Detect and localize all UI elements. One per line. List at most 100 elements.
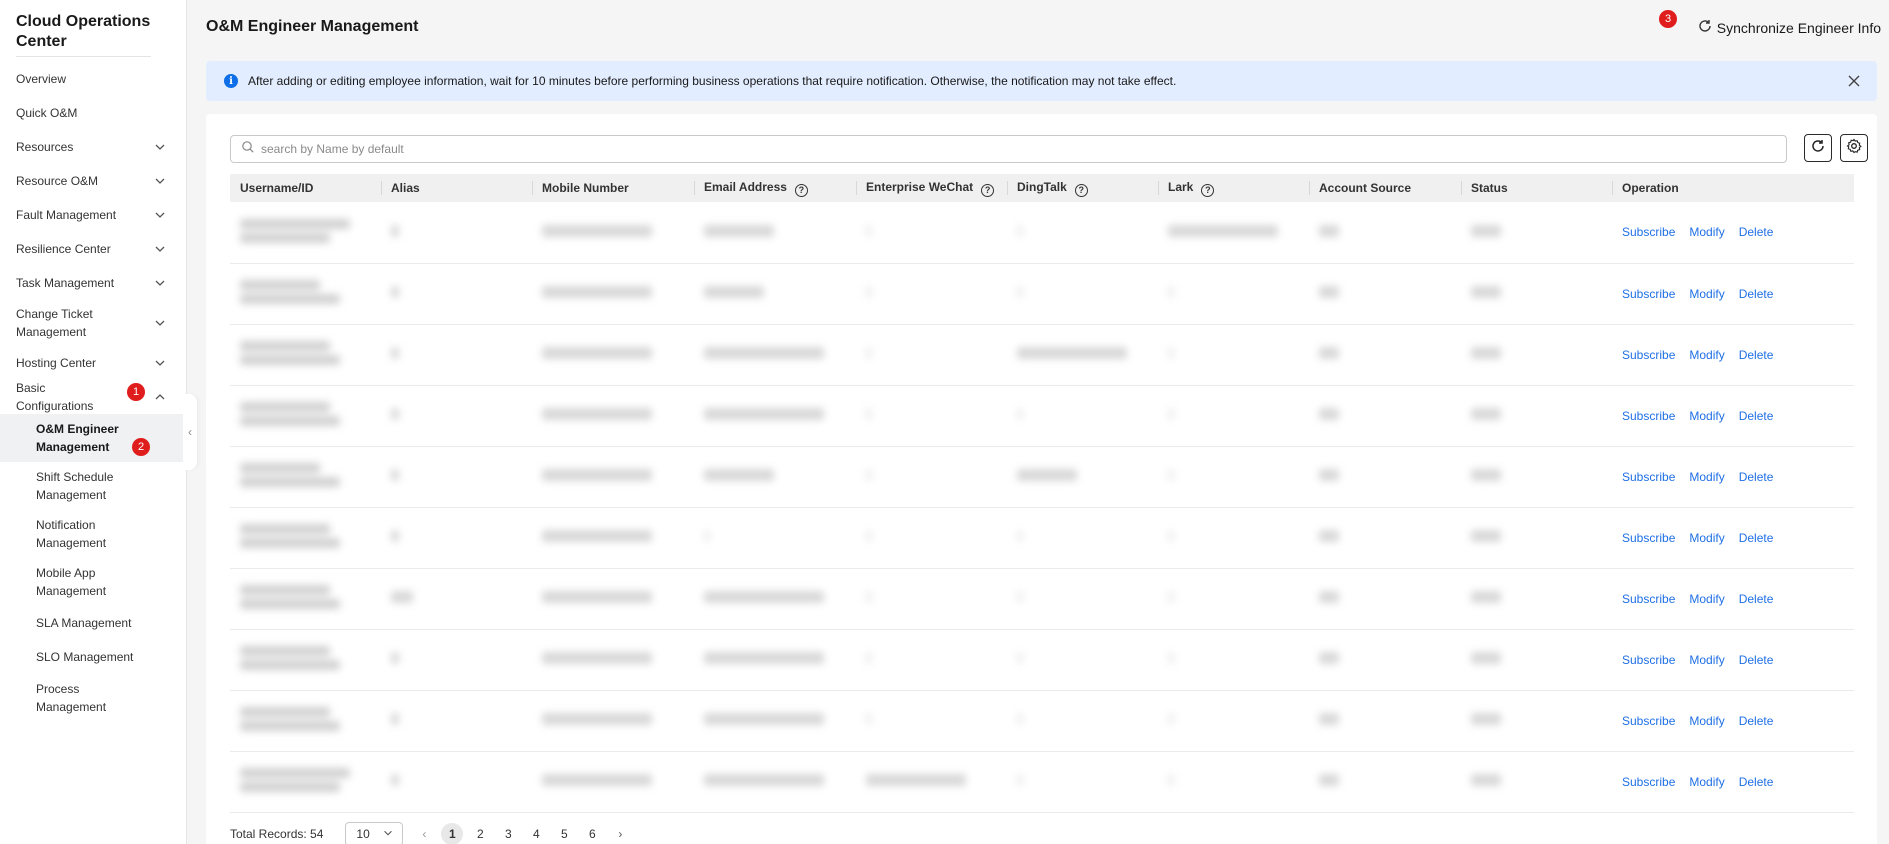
subscribe-link[interactable]: Subscribe — [1622, 714, 1675, 728]
redacted-value — [542, 408, 652, 420]
redacted-value — [1471, 469, 1501, 481]
table-cell — [1461, 568, 1612, 629]
close-icon[interactable] — [1845, 72, 1863, 90]
page-button[interactable]: 6 — [581, 823, 603, 844]
sidebar-item-fault-management[interactable]: Fault Management — [0, 198, 187, 232]
sidebar-item-resource-om[interactable]: Resource O&M — [0, 164, 187, 198]
help-icon[interactable]: ? — [1201, 183, 1215, 197]
sidebar-item-task-management[interactable]: Task Management — [0, 266, 187, 300]
redacted-value — [240, 764, 350, 796]
page-size-select[interactable]: 10 — [345, 822, 404, 844]
modify-link[interactable]: Modify — [1689, 409, 1724, 423]
sidebar-subitem-process[interactable]: Process Management — [0, 674, 187, 722]
help-icon[interactable]: ? — [981, 183, 995, 197]
engineer-table: Username/ID Alias Mobile Number Email Ad… — [230, 174, 1854, 813]
sidebar-subitem-notification[interactable]: Notification Management — [0, 510, 187, 558]
subscribe-link[interactable]: Subscribe — [1622, 287, 1675, 301]
modify-link[interactable]: Modify — [1689, 470, 1724, 484]
page-button[interactable]: 3 — [497, 823, 519, 844]
table-row: Subscribe Modify Delete — [230, 751, 1854, 812]
sidebar-subitem-label: Process Management — [36, 682, 107, 714]
delete-link[interactable]: Delete — [1739, 409, 1774, 423]
redacted-value — [542, 774, 652, 786]
total-records: Total Records: 54 — [230, 827, 324, 841]
settings-button[interactable] — [1840, 134, 1868, 162]
page-button[interactable]: 2 — [469, 823, 491, 844]
subscribe-link[interactable]: Subscribe — [1622, 470, 1675, 484]
subscribe-link[interactable]: Subscribe — [1622, 775, 1675, 789]
redacted-value — [240, 398, 340, 430]
delete-link[interactable]: Delete — [1739, 470, 1774, 484]
sidebar-subitem-sla[interactable]: SLA Management — [0, 606, 187, 640]
sidebar-item-label: Task Management — [16, 276, 115, 290]
sidebar-subitem-shift-schedule[interactable]: Shift Schedule Management — [0, 462, 187, 510]
redacted-value — [704, 408, 824, 420]
delete-link[interactable]: Delete — [1739, 714, 1774, 728]
delete-link[interactable]: Delete — [1739, 653, 1774, 667]
subscribe-link[interactable]: Subscribe — [1622, 348, 1675, 362]
redacted-value — [866, 713, 872, 725]
sidebar-item-quick-om[interactable]: Quick O&M — [0, 96, 187, 130]
redacted-value — [1471, 591, 1501, 603]
delete-link[interactable]: Delete — [1739, 775, 1774, 789]
table-cell — [1158, 629, 1309, 690]
page-button[interactable]: 4 — [525, 823, 547, 844]
redacted-value — [1168, 347, 1174, 359]
sidebar-subitem-om-engineer[interactable]: O&M Engineer Management 2 — [0, 414, 187, 462]
column-header-account-source: Account Source — [1309, 174, 1461, 202]
redacted-value — [542, 224, 652, 237]
modify-link[interactable]: Modify — [1689, 653, 1724, 667]
sidebar-item-resilience-center[interactable]: Resilience Center — [0, 232, 187, 266]
modify-link[interactable]: Modify — [1689, 531, 1724, 545]
page-button[interactable]: 5 — [553, 823, 575, 844]
delete-link[interactable]: Delete — [1739, 592, 1774, 606]
page-button[interactable]: 1 — [441, 823, 464, 844]
table-cell — [532, 629, 694, 690]
table-cell — [1461, 202, 1612, 263]
sidebar-item-basic-configurations[interactable]: Basic Configurations 1 — [0, 380, 187, 414]
table-cell — [381, 385, 532, 446]
modify-link[interactable]: Modify — [1689, 225, 1724, 239]
search-input[interactable] — [261, 142, 1761, 156]
modify-link[interactable]: Modify — [1689, 287, 1724, 301]
table-cell — [856, 202, 1007, 263]
table-cell — [1158, 324, 1309, 385]
subscribe-link[interactable]: Subscribe — [1622, 531, 1675, 545]
refresh-button[interactable] — [1804, 134, 1832, 162]
delete-link[interactable]: Delete — [1739, 348, 1774, 362]
next-page-button[interactable]: › — [609, 823, 631, 844]
redacted-value — [542, 469, 652, 481]
sidebar-item-change-ticket[interactable]: Change Ticket Management — [0, 300, 187, 346]
subscribe-link[interactable]: Subscribe — [1622, 409, 1675, 423]
sidebar-subitem-mobile-app[interactable]: Mobile App Management — [0, 558, 187, 606]
modify-link[interactable]: Modify — [1689, 775, 1724, 789]
sidebar-collapse-handle[interactable]: ‹ — [183, 394, 197, 470]
sidebar-item-hosting-center[interactable]: Hosting Center — [0, 346, 187, 380]
redacted-value — [704, 286, 764, 298]
help-icon[interactable]: ? — [1074, 183, 1088, 197]
sidebar-item-overview[interactable]: Overview — [0, 62, 187, 96]
modify-link[interactable]: Modify — [1689, 592, 1724, 606]
subscribe-link[interactable]: Subscribe — [1622, 592, 1675, 606]
redacted-value — [391, 591, 413, 603]
delete-link[interactable]: Delete — [1739, 287, 1774, 301]
sidebar-subitem-slo[interactable]: SLO Management — [0, 640, 187, 674]
info-icon: i — [224, 74, 238, 88]
sidebar-item-resources[interactable]: Resources — [0, 130, 187, 164]
gear-icon — [1846, 138, 1862, 159]
subscribe-link[interactable]: Subscribe — [1622, 653, 1675, 667]
delete-link[interactable]: Delete — [1739, 225, 1774, 239]
help-icon[interactable]: ? — [794, 183, 808, 197]
redacted-value — [391, 469, 399, 481]
sync-engineer-button[interactable]: Synchronize Engineer Info — [1697, 18, 1881, 37]
redacted-value — [391, 774, 399, 786]
chevron-down-icon — [153, 208, 167, 222]
redacted-value — [866, 224, 872, 237]
subscribe-link[interactable]: Subscribe — [1622, 225, 1675, 239]
modify-link[interactable]: Modify — [1689, 714, 1724, 728]
delete-link[interactable]: Delete — [1739, 531, 1774, 545]
prev-page-button[interactable]: ‹ — [413, 823, 435, 844]
search-bar[interactable] — [230, 135, 1787, 163]
column-header-username: Username/ID — [240, 181, 314, 195]
modify-link[interactable]: Modify — [1689, 348, 1724, 362]
